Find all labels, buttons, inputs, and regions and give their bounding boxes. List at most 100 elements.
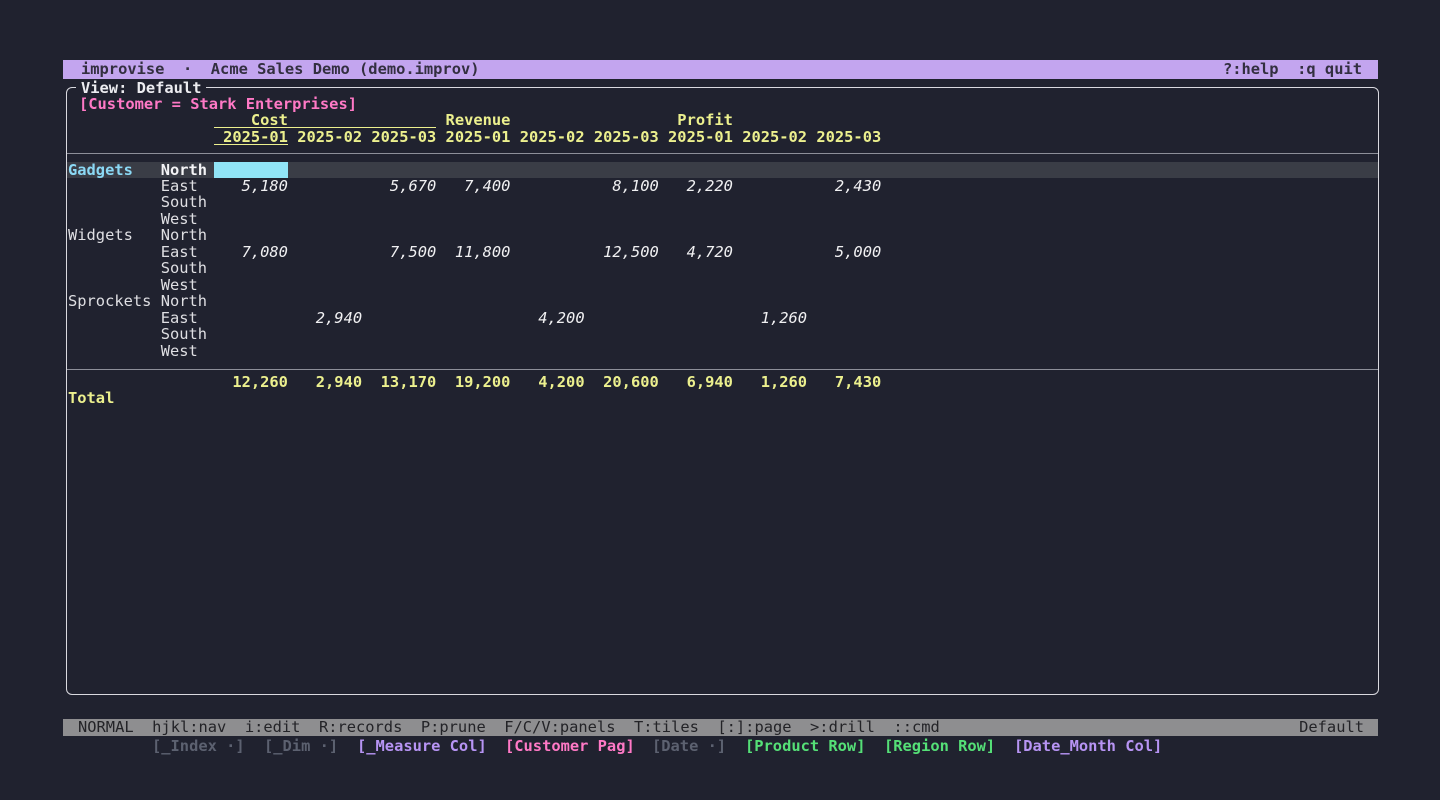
value-cell[interactable]: 12,500 <box>585 244 659 260</box>
total-row: Total 12,2602,94013,17019,2004,20020,600… <box>67 374 1378 391</box>
tile-chip[interactable]: [_Index ·] <box>152 737 245 755</box>
total-value-cell: 4,200 <box>510 374 584 391</box>
header-separator <box>67 153 1378 154</box>
value-cell[interactable]: 5,000 <box>807 244 881 260</box>
region-label: West <box>161 277 221 293</box>
month-header[interactable]: 2025-01 <box>214 129 288 145</box>
app-name: improvise <box>81 60 164 78</box>
product-label: Widgets <box>68 227 161 243</box>
titlebar: improvise · Acme Sales Demo (demo.improv… <box>63 60 1378 79</box>
measure-group-header[interactable]: Profit <box>659 112 881 127</box>
customer-filter-badge[interactable]: [Customer = Stark Enterprises] <box>79 95 357 113</box>
table-row: SprocketsNorth <box>67 293 1378 309</box>
titlebar-hint-gap <box>1279 60 1298 78</box>
value-cell[interactable]: 5,180 <box>214 178 288 194</box>
table-row: West <box>67 277 1378 293</box>
total-value-cell: 7,430 <box>807 374 881 391</box>
value-cell[interactable]: 7,080 <box>214 244 288 260</box>
value-cell[interactable]: 2,430 <box>807 178 881 194</box>
table-row: South <box>67 260 1378 276</box>
month-header[interactable]: 2025-01 <box>436 129 510 144</box>
document-title: Acme Sales Demo (demo.improv) <box>211 60 480 78</box>
statusbar-view-name: Default <box>1299 719 1378 736</box>
month-header[interactable]: 2025-03 <box>362 129 436 144</box>
region-label: West <box>161 211 221 227</box>
table-row: West <box>67 343 1378 359</box>
tile-chip[interactable]: [Product Row] <box>745 737 865 755</box>
measure-group-label: Revenue <box>436 112 510 129</box>
titlebar-right: ?:help :q quit <box>1223 60 1378 79</box>
tile-chip[interactable]: [_Dim ·] <box>264 737 338 755</box>
help-hint[interactable]: ?:help <box>1223 60 1279 78</box>
product-label: Gadgets <box>68 162 161 178</box>
month-header-row: 2025-012025-022025-032025-012025-022025-… <box>67 129 1378 146</box>
value-cell[interactable]: 4,720 <box>659 244 733 260</box>
tile-chip[interactable]: [Date ·] <box>652 737 726 755</box>
table-row: South <box>67 194 1378 210</box>
value-cell[interactable]: 8,100 <box>585 178 659 194</box>
total-value-cell: 13,170 <box>362 374 436 391</box>
value-cell[interactable]: 11,800 <box>436 244 510 260</box>
measure-group-header-row: Cost Revenue Profit <box>67 112 1378 129</box>
region-label: South <box>161 326 221 342</box>
region-label: East <box>161 310 221 326</box>
measure-group-header[interactable]: Revenue <box>436 112 658 127</box>
total-separator <box>67 369 1378 370</box>
titlebar-left: improvise · Acme Sales Demo (demo.improv… <box>63 60 480 79</box>
table-row: East5,180 5,6707,400 8,1002,220 2,430 <box>67 178 1378 194</box>
month-header[interactable]: 2025-02 <box>510 129 584 144</box>
region-label: South <box>161 194 221 210</box>
tile-chip[interactable]: [Region Row] <box>884 737 995 755</box>
value-cell[interactable]: 5,670 <box>362 178 436 194</box>
total-value-cell: 20,600 <box>585 374 659 391</box>
statusbar-hint-gap <box>134 718 153 736</box>
total-value-cell: 6,940 <box>659 374 733 391</box>
table-row: East 2,940 4,200 1,260 <box>67 310 1378 326</box>
status-bar: NORMAL hjkl:nav i:edit R:records P:prune… <box>63 719 1378 736</box>
region-label: South <box>161 260 221 276</box>
region-label: East <box>161 244 221 260</box>
selected-cell-cursor[interactable] <box>214 162 288 178</box>
value-cell[interactable]: 7,400 <box>436 178 510 194</box>
value-cell[interactable]: 2,220 <box>659 178 733 194</box>
tile-chip[interactable]: [Date_Month Col] <box>1014 737 1162 755</box>
month-header[interactable]: 2025-03 <box>585 129 659 144</box>
quit-hint[interactable]: :q quit <box>1297 60 1362 78</box>
statusbar-left: NORMAL hjkl:nav i:edit R:records P:prune… <box>63 719 940 736</box>
total-value-cell: 1,260 <box>733 374 807 391</box>
total-value-cell: 19,200 <box>436 374 510 391</box>
mode-indicator: NORMAL <box>78 718 134 736</box>
region-label: North <box>161 227 221 243</box>
value-cell[interactable]: 2,940 <box>288 310 362 326</box>
month-header[interactable]: 2025-01 <box>659 129 733 144</box>
table-row: WidgetsNorth <box>67 227 1378 243</box>
measure-group-label: Cost <box>214 112 288 129</box>
value-cell[interactable]: 7,500 <box>362 244 436 260</box>
table-row: East7,080 7,50011,800 12,5004,720 5,000 <box>67 244 1378 260</box>
product-label: Sprockets <box>68 293 161 309</box>
app-canvas: improvise · Acme Sales Demo (demo.improv… <box>0 0 1440 800</box>
tiles-bar: Tiles: [_Index ·][_Dim ·][_Measure Col][… <box>63 701 1378 719</box>
region-label: North <box>161 293 221 309</box>
measure-group-label: Profit <box>659 112 733 129</box>
table-row: West <box>67 211 1378 227</box>
tile-chip[interactable]: [_Measure Col] <box>357 737 487 755</box>
total-value-cell: 2,940 <box>288 374 362 391</box>
region-label: West <box>161 343 221 359</box>
table-row: GadgetsNorth <box>67 162 1378 178</box>
measure-group-header[interactable]: Cost <box>214 112 436 128</box>
region-label: North <box>161 162 221 178</box>
keyboard-hints: hjkl:nav i:edit R:records P:prune F/C/V:… <box>152 718 940 736</box>
titlebar-separator: · <box>164 60 210 78</box>
table-row: South <box>67 326 1378 342</box>
month-header[interactable]: 2025-02 <box>288 129 362 144</box>
month-header[interactable]: 2025-03 <box>807 129 881 144</box>
total-label: Total <box>68 390 114 407</box>
tile-chip[interactable]: [Customer Pag] <box>505 737 635 755</box>
view-panel: View: Default [Customer = Stark Enterpri… <box>66 87 1379 695</box>
month-header[interactable]: 2025-02 <box>733 129 807 144</box>
value-cell[interactable]: 4,200 <box>510 310 584 326</box>
value-cell[interactable]: 1,260 <box>733 310 807 326</box>
total-value-cell: 12,260 <box>214 374 288 391</box>
region-label: East <box>161 178 221 194</box>
